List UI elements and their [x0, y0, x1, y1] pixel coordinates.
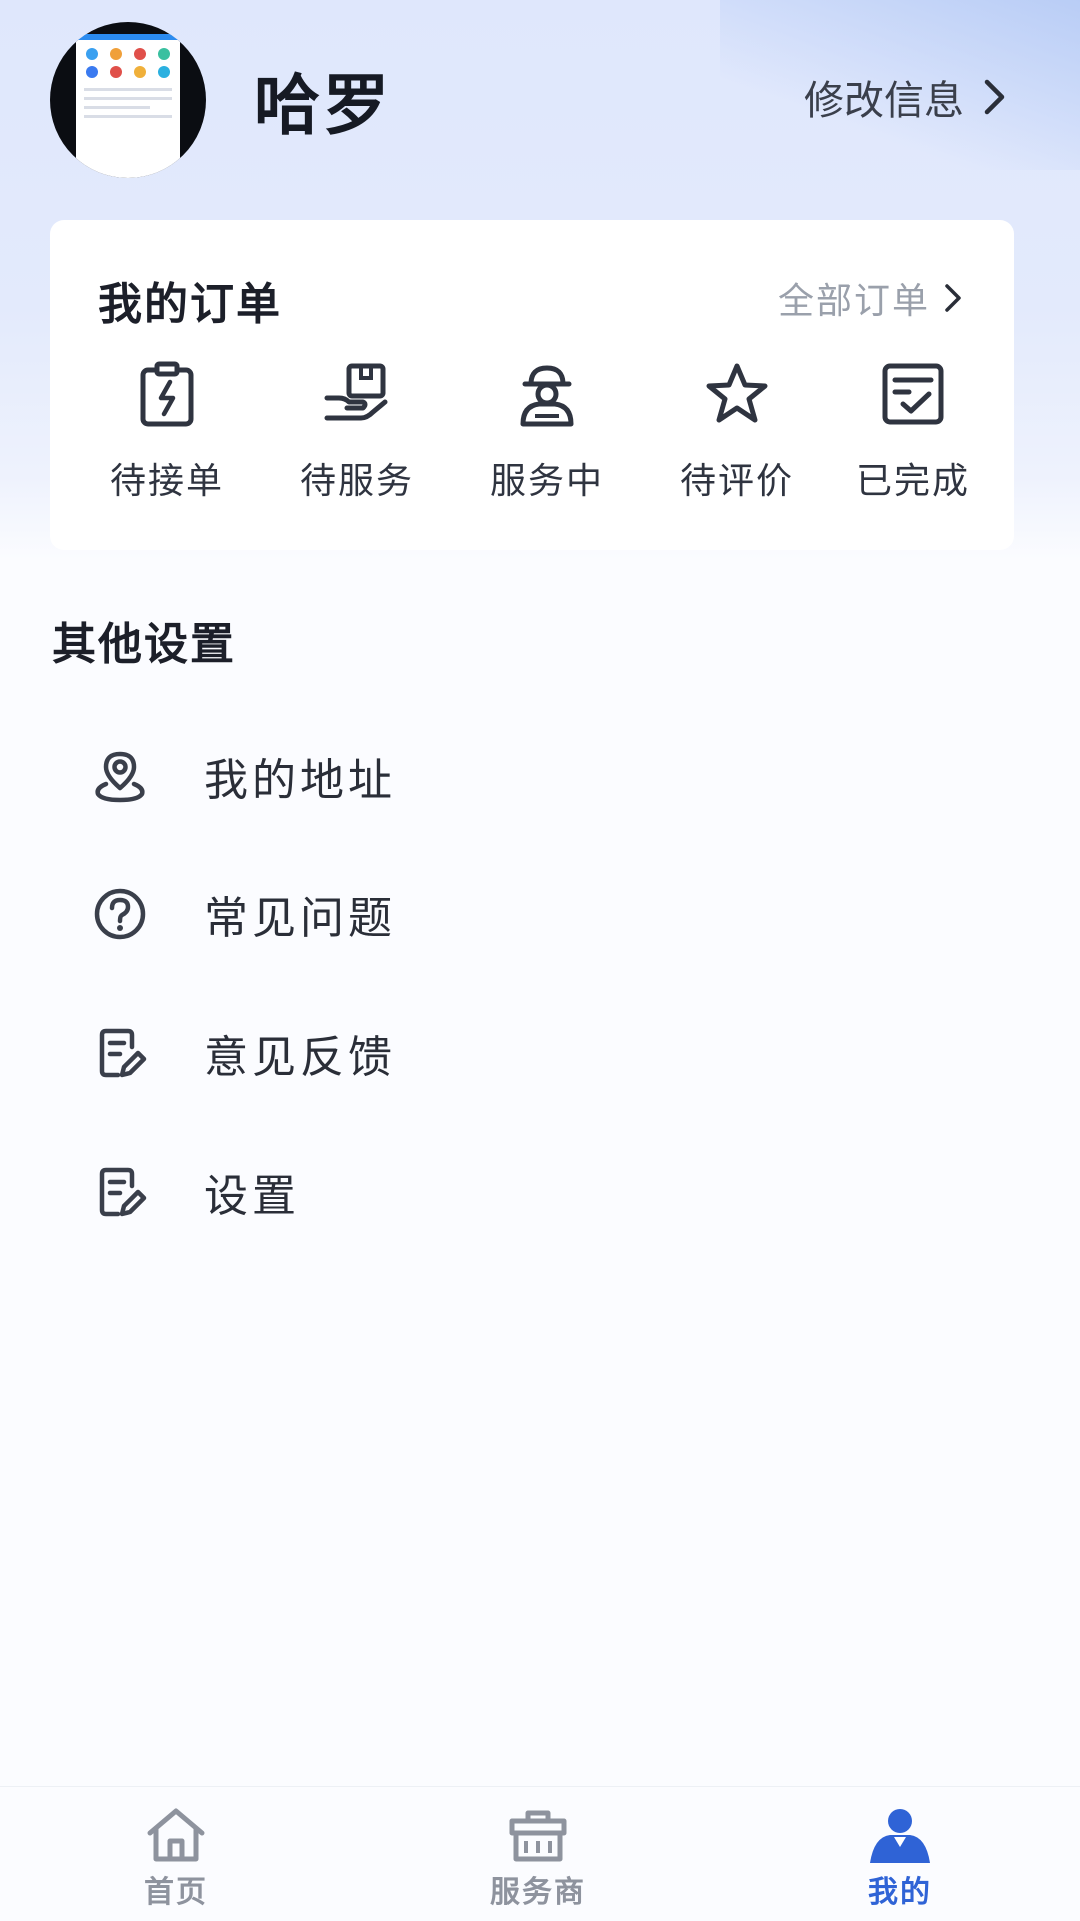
tab-mine[interactable]: 我的	[820, 1807, 980, 1911]
tab-providers[interactable]: 服务商	[458, 1807, 618, 1911]
tab-label: 服务商	[490, 1875, 586, 1910]
settings-item-address[interactable]: 我的地址	[92, 736, 992, 816]
shop-icon	[509, 1810, 567, 1862]
all-orders-link[interactable]: 全部订单	[778, 272, 962, 324]
settings-item-settings[interactable]: 设置	[92, 1152, 992, 1232]
order-completed[interactable]: 已完成	[828, 360, 998, 504]
username: 哈罗	[254, 67, 392, 144]
all-orders-label: 全部订单	[777, 281, 930, 322]
home-icon	[147, 1808, 205, 1862]
settings-item-label: 我的地址	[204, 755, 396, 806]
settings-item-label: 常见问题	[204, 893, 396, 944]
settings-item-faq[interactable]: 常见问题	[92, 874, 992, 954]
order-card: 我的订单 全部订单 待接单 待服务 服务中 待评价 已完成	[50, 220, 1014, 550]
avatar-image	[76, 34, 180, 178]
edit-info-label: 修改信息	[804, 78, 964, 124]
order-section-title: 我的订单	[98, 279, 282, 330]
checked-list-icon	[882, 363, 944, 425]
order-pending-accept[interactable]: 待接单	[82, 360, 252, 504]
settings-section-title: 其他设置	[52, 619, 236, 670]
order-item-label: 服务中	[489, 461, 604, 502]
clipboard-lightning-icon	[140, 361, 194, 427]
order-pending-service[interactable]: 待服务	[272, 360, 442, 504]
hand-box-icon	[324, 363, 388, 421]
tab-label: 首页	[144, 1875, 208, 1910]
chevron-right-icon	[984, 79, 1005, 115]
order-item-label: 待服务	[299, 461, 414, 502]
chevron-right-icon	[945, 284, 961, 312]
edit-document-icon	[99, 1028, 147, 1078]
order-item-label: 已完成	[855, 461, 970, 502]
bottom-tab-bar: 首页 服务商 我的	[0, 1786, 1080, 1921]
order-item-label: 待评价	[679, 461, 794, 502]
worker-icon	[520, 365, 574, 427]
settings-item-label: 设置	[204, 1171, 300, 1222]
avatar[interactable]	[50, 22, 206, 178]
location-pin-icon	[95, 751, 145, 803]
settings-item-label: 意见反馈	[204, 1032, 396, 1083]
order-pending-review[interactable]: 待评价	[652, 360, 822, 504]
tab-label: 我的	[868, 1875, 932, 1910]
question-circle-icon	[94, 888, 146, 940]
user-icon	[870, 1809, 930, 1863]
star-icon	[706, 363, 768, 423]
edit-document-icon	[99, 1167, 147, 1217]
edit-info-button[interactable]: 修改信息	[804, 68, 1008, 126]
tab-home[interactable]: 首页	[96, 1807, 256, 1911]
order-in-service[interactable]: 服务中	[462, 360, 632, 504]
order-item-label: 待接单	[109, 461, 224, 502]
settings-item-feedback[interactable]: 意见反馈	[92, 1013, 992, 1093]
